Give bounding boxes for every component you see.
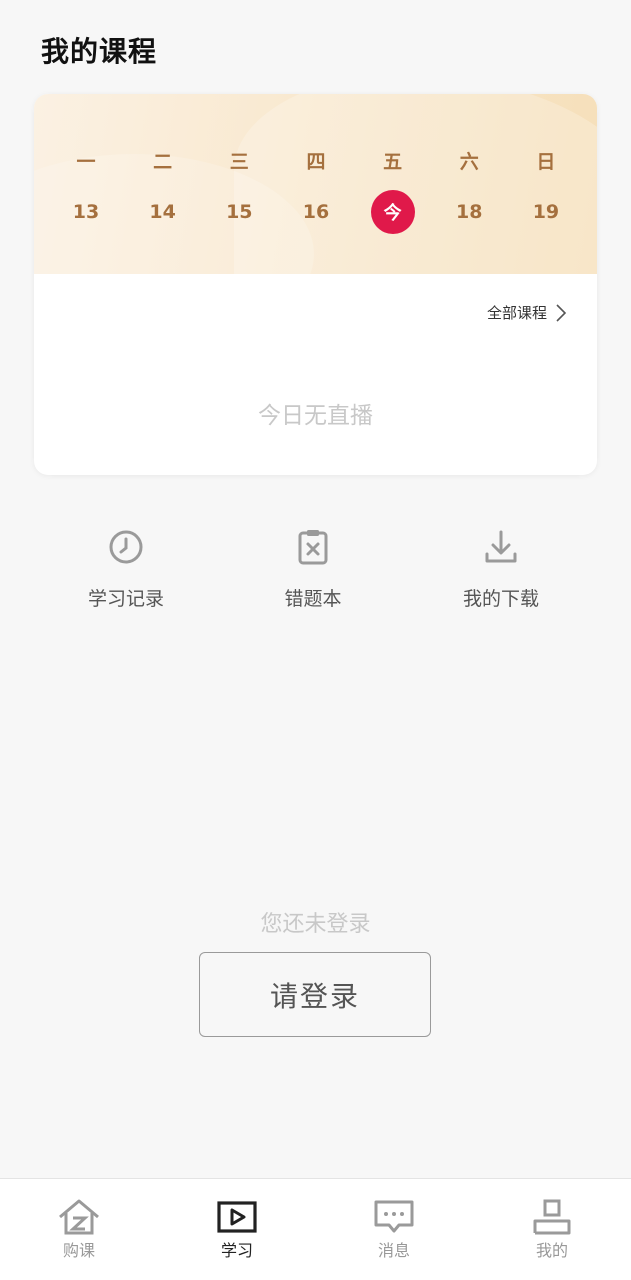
date-cell[interactable]: 16 [294,190,338,234]
login-hint: 您还未登录 [260,912,371,937]
tab-label: 购课 [62,1241,95,1260]
user-icon [533,1199,571,1235]
page-title: 我的课程 [41,35,158,68]
calendar-decoration [234,94,597,274]
tab-study[interactable]: 学习 [187,1197,287,1261]
tab-label: 我的 [535,1241,568,1260]
calendar-header: 一 二 三 四 五 六 日 13 14 15 16 今 18 19 [34,94,597,274]
weekday-row: 一 二 三 四 五 六 日 [64,138,568,182]
home-icon [59,1199,99,1235]
shortcut-study-record[interactable]: 学习记录 [46,528,206,611]
all-courses-link[interactable]: 全部课程 [487,302,567,323]
all-courses-label: 全部课程 [486,304,547,322]
shortcut-label: 我的下载 [462,588,539,610]
date-row: 13 14 15 16 今 18 19 [64,190,568,234]
login-button[interactable]: 请登录 [199,952,431,1037]
tab-mine[interactable]: 我的 [502,1197,602,1261]
tab-label: 消息 [377,1241,410,1260]
shortcut-mistake-book[interactable]: 错题本 [233,528,393,611]
date-cell[interactable]: 15 [217,190,261,234]
weekday-label: 二 [153,150,173,173]
tab-label: 学习 [220,1241,253,1260]
learning-page: 我的课程 一 二 三 四 五 六 日 13 14 15 16 今 18 19 全… [0,0,631,1280]
clock-icon [109,530,143,564]
weekday-label: 五 [383,150,403,173]
empty-live-text: 今日无直播 [258,403,373,429]
bottom-tab-bar: 购课 学习 消息 我的 [0,1178,631,1280]
course-card: 一 二 三 四 五 六 日 13 14 15 16 今 18 19 全部课程 今… [34,94,597,475]
tab-buy-course[interactable]: 购课 [29,1197,129,1261]
date-cell[interactable]: 19 [524,190,568,234]
chevron-right-icon [556,303,567,322]
weekday-label: 三 [229,150,249,173]
weekday-label: 一 [76,150,96,173]
date-cell[interactable]: 14 [141,190,185,234]
play-icon [217,1201,257,1233]
shortcut-my-downloads[interactable]: 我的下载 [421,528,581,611]
weekday-label: 六 [459,150,479,173]
date-cell[interactable]: 18 [447,190,491,234]
weekday-label: 日 [536,150,556,173]
shortcut-label: 错题本 [284,588,342,610]
message-icon [374,1200,414,1233]
date-cell-today[interactable]: 今 [370,190,415,234]
shortcut-label: 学习记录 [87,588,164,610]
clipboard-x-icon [298,530,328,565]
weekday-label: 四 [306,150,326,173]
date-cell[interactable]: 13 [64,190,108,234]
download-icon [485,530,517,563]
tab-messages[interactable]: 消息 [344,1197,444,1261]
